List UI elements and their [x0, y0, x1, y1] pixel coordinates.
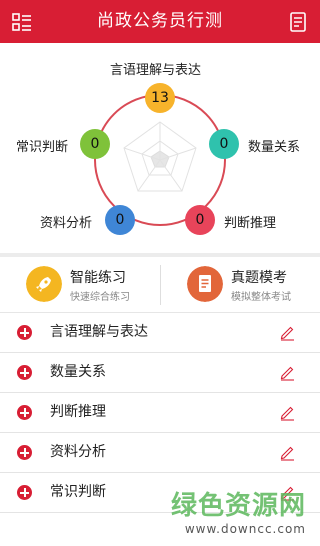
plus-icon[interactable] — [17, 485, 32, 500]
list-item[interactable]: 资料分析 — [0, 433, 320, 473]
watermark: 绿色资源网 www.downcc.com — [171, 485, 306, 536]
edit-pencil-icon[interactable] — [278, 403, 296, 421]
page-title: 尚政公务员行测 — [97, 11, 223, 31]
smart-practice-card[interactable]: 智能练习 快速综合练习 — [0, 257, 159, 312]
smart-practice-title: 智能练习 — [70, 270, 126, 286]
mock-exam-card[interactable]: 真题模考 模拟整体考试 — [161, 257, 320, 312]
list-item[interactable]: 言语理解与表达 — [0, 313, 320, 353]
mock-exam-title: 真题模考 — [231, 270, 287, 286]
radar-node-common[interactable]: 0 — [80, 129, 110, 159]
watermark-text: 绿色资源网 — [170, 491, 306, 521]
rocket-icon — [26, 266, 62, 302]
radar-node-verbal[interactable]: 13 — [145, 83, 175, 113]
list-item[interactable]: 数量关系 — [0, 353, 320, 393]
list-item[interactable]: 判断推理 — [0, 393, 320, 433]
edit-pencil-icon[interactable] — [278, 443, 296, 461]
radar-node-quantity[interactable]: 0 — [209, 129, 239, 159]
radar-chart: 言语理解与表达 13 数量关系 0 判断推理 0 资料分析 0 常识判断 0 — [0, 43, 320, 253]
plus-icon[interactable] — [17, 325, 32, 340]
edit-pencil-icon[interactable] — [278, 363, 296, 381]
list-item-label: 数量关系 — [50, 364, 106, 380]
radar-node-data[interactable]: 0 — [105, 205, 135, 235]
edit-pencil-icon[interactable] — [278, 323, 296, 341]
radar-label-verbal: 言语理解与表达 — [110, 63, 202, 78]
category-list: 言语理解与表达 数量关系 判断推理 资料分析 常识判断 — [0, 313, 320, 513]
list-item-label: 常识判断 — [50, 484, 106, 500]
practice-cards: 智能练习 快速综合练习 真题模考 模拟整体考试 — [0, 257, 320, 313]
radar-label-data: 资料分析 — [40, 216, 93, 231]
plus-icon[interactable] — [17, 445, 32, 460]
radar-node-reasoning[interactable]: 0 — [185, 205, 215, 235]
radar-label-common: 常识判断 — [16, 140, 69, 155]
list-item-label: 言语理解与表达 — [50, 324, 148, 340]
smart-practice-subtitle: 快速综合练习 — [70, 292, 130, 303]
app-header: 尚政公务员行测 — [0, 0, 320, 43]
list-item-label: 资料分析 — [50, 444, 106, 460]
document-icon — [187, 266, 223, 302]
mock-exam-subtitle: 模拟整体考试 — [231, 292, 291, 303]
plus-icon[interactable] — [17, 365, 32, 380]
notebook-icon[interactable] — [287, 11, 309, 33]
watermark-url: www.downcc.com — [184, 522, 306, 536]
list-item-label: 判断推理 — [50, 404, 106, 420]
radar-label-quantity: 数量关系 — [248, 140, 301, 155]
radar-label-reasoning: 判断推理 — [224, 216, 277, 231]
plus-icon[interactable] — [17, 405, 32, 420]
